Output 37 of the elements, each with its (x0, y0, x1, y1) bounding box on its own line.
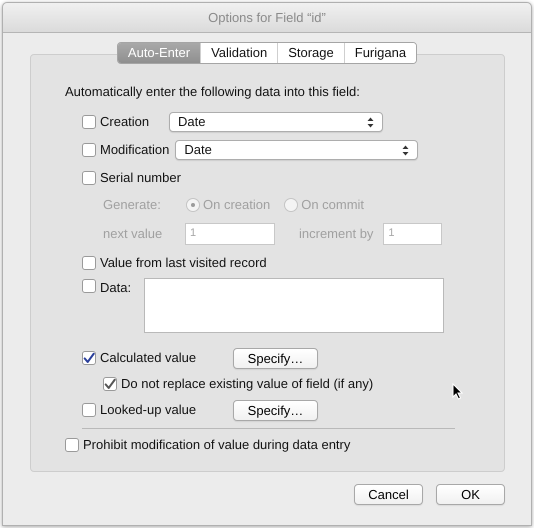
data-field[interactable] (144, 278, 444, 333)
checkbox-label: Prohibit modification of value during data entry (83, 436, 350, 454)
up-down-arrows-icon (402, 144, 410, 156)
radio-label: On creation (203, 196, 270, 214)
checkbox[interactable] (82, 279, 96, 293)
radio-label: On commit (301, 196, 364, 214)
dialog-button[interactable]: OK (436, 484, 505, 505)
checkbox-label: Data: (100, 279, 132, 297)
checkbox[interactable] (65, 438, 79, 452)
checkbox-label: Do not replace existing value of field (if any) (121, 375, 374, 394)
checkbox-label: Serial number (100, 169, 181, 188)
window-title: Options for Field “id” (208, 8, 326, 27)
dropdown[interactable]: Date (169, 112, 383, 132)
checkbox-label: Looked-up value (100, 401, 198, 420)
tab[interactable]: Furigana (344, 43, 416, 63)
checkbox-label: Calculated value (100, 349, 198, 368)
checkbox[interactable] (82, 403, 96, 417)
up-down-arrows-icon (367, 116, 374, 128)
checkbox[interactable] (82, 256, 96, 270)
next-value-label: next value (103, 224, 164, 243)
checkbox[interactable] (82, 143, 96, 157)
dropdown-value: Date (178, 113, 206, 132)
checkbox[interactable] (82, 115, 96, 129)
dropdown[interactable]: Date (175, 140, 418, 160)
checkbox-label: Modification (100, 141, 170, 160)
specify-button[interactable]: Specify… (233, 348, 318, 368)
dialog-button[interactable]: Cancel (354, 484, 423, 505)
checkbox-label: Creation (100, 113, 150, 132)
mouse-pointer-icon (452, 383, 463, 400)
checkbox[interactable] (82, 351, 96, 365)
checkbox-label: Value from last visited record (100, 254, 267, 272)
specify-button[interactable]: Specify… (233, 400, 318, 420)
increment-label: increment by (299, 224, 374, 243)
checkbox[interactable] (103, 377, 117, 391)
dropdown-value: Date (184, 141, 212, 160)
instruction-text: Automatically enter the following data into this field: (65, 83, 361, 101)
generate-label: Generate: (103, 196, 162, 214)
